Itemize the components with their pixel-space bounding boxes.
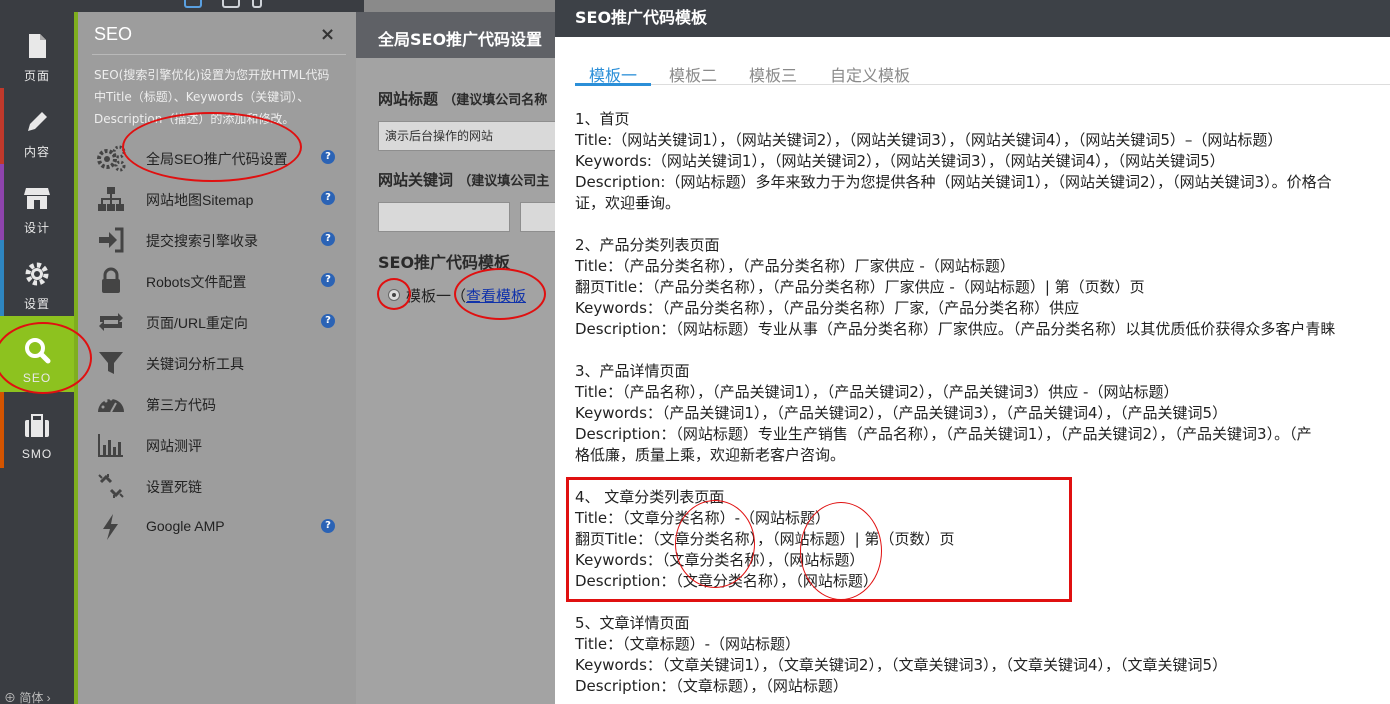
help-icon[interactable]: ? [321, 150, 335, 164]
panel-title: SEO [94, 24, 133, 44]
menu-item-site-review[interactable]: 网站测评 [92, 425, 346, 466]
tab-template-3[interactable]: 模板三 [749, 62, 797, 86]
help-icon[interactable]: ? [321, 273, 335, 287]
active-tab-indicator [575, 83, 651, 86]
rail-item-page[interactable]: 页面 [0, 12, 74, 88]
broken-link-icon [98, 474, 124, 498]
close-icon[interactable]: × [320, 24, 335, 45]
template-line: 证，欢迎垂询。 [575, 194, 681, 212]
briefcase-icon [25, 414, 49, 437]
rail-label: 设计 [23, 221, 50, 235]
menu-label: 第三方代码 [146, 397, 216, 413]
template-line: Keywords:（网站关键词1），（网站关键词2），（网站关键词3），（网站关… [575, 152, 1225, 170]
template-line: Title：（产品分类名称），（产品分类名称）厂家供应 -（网站标题） [575, 257, 1015, 275]
panel-title: 全局SEO推广代码设置 [378, 30, 543, 49]
menu-label: 提交搜索引擎收录 [146, 233, 258, 249]
menu-label: 设置死链 [146, 479, 202, 495]
rail-item-content[interactable]: 内容 [0, 88, 74, 164]
menu-item-keyword-tool[interactable]: 关键词分析工具 [92, 343, 346, 384]
rail-label: 页面 [23, 69, 50, 83]
help-icon[interactable]: ? [321, 519, 335, 533]
tab-template-2[interactable]: 模板二 [669, 62, 717, 86]
menu-item-robots[interactable]: Robots文件配置 ? [92, 261, 346, 302]
template-line: 5、文章详情页面 [575, 614, 690, 632]
rail-label: 设置 [23, 297, 50, 311]
template-line: Description：（文章标题），（网站标题） [575, 677, 848, 695]
tab-custom-template[interactable]: 自定义模板 [830, 62, 910, 86]
pencil-icon [28, 112, 47, 131]
rail-item-smo[interactable]: SMO [0, 392, 74, 468]
panel-header: 全局SEO推广代码设置 [356, 12, 555, 58]
site-keyword-input[interactable] [378, 202, 510, 232]
template-line: Title：（产品名称），（产品关键词1），（产品关键词2），（产品关键词3）供… [575, 383, 1179, 401]
sitemap-icon [98, 187, 124, 211]
help-icon[interactable]: ? [321, 314, 335, 328]
site-title-input[interactable]: 演示后台操作的网站 [378, 121, 555, 151]
desktop-icon[interactable] [184, 0, 202, 8]
tab-divider [575, 84, 1390, 85]
menu-item-google-amp[interactable]: Google AMP ? [92, 507, 346, 548]
menu-label: 关键词分析工具 [146, 356, 244, 372]
template-line: 1、首页 [575, 110, 630, 128]
template-line: Description:（网站标题）多年来致力于为您提供各种（网站关键词1），（… [575, 173, 1332, 191]
sign-in-icon [99, 227, 124, 253]
rail-label: 内容 [23, 145, 50, 159]
gear-icon [25, 262, 49, 286]
template-line: 翻页Title：（产品分类名称），（产品分类名称）厂家供应 -（网站标题）| 第… [575, 278, 1145, 296]
global-seo-settings-panel: 全局SEO推广代码设置 网站标题 （建议填公司名称 演示后台操作的网站 网站关键… [356, 12, 555, 704]
divider [92, 54, 346, 55]
rail-label: SMO [21, 447, 53, 461]
template-line: 2、产品分类列表页面 [575, 236, 720, 254]
modal-header: SEO推广代码模板 [555, 0, 1390, 37]
template-line: Keywords：（文章关键词1），（文章关键词2），（文章关键词3），（文章关… [575, 656, 1228, 674]
site-title-label: 网站标题 （建议填公司名称 [378, 90, 548, 108]
top-toolbar [74, 0, 364, 12]
template-line: Description：（网站标题）专业从事（产品分类名称）厂家供应。（产品分类… [575, 320, 1336, 338]
menu-label: Google AMP [146, 518, 225, 534]
rail-item-design[interactable]: 设计 [0, 164, 74, 240]
template-line: Title：（文章标题）-（网站标题） [575, 635, 801, 653]
annotation-circle [800, 502, 882, 600]
annotation-circle [377, 278, 411, 310]
menu-label: 网站测评 [146, 438, 202, 454]
template-line: Title:（网站关键词1），（网站关键词2），（网站关键词3），（网站关键词4… [575, 131, 1283, 149]
site-keywords-label: 网站关键词 （建议填公司主 [378, 171, 550, 189]
annotation-circle [454, 268, 546, 320]
lock-icon [102, 267, 120, 293]
annotation-circle [675, 500, 755, 588]
menu-label: Robots文件配置 [146, 274, 247, 290]
menu-item-dead-links[interactable]: 设置死链 [92, 466, 346, 507]
help-icon[interactable]: ? [321, 232, 335, 246]
template-line: Keywords：（产品分类名称），（产品分类名称）厂家,（产品分类名称）供应 [575, 299, 1080, 317]
modal-title: SEO推广代码模板 [575, 8, 708, 27]
menu-item-third-party[interactable]: 第三方代码 [92, 384, 346, 425]
menu-item-submit-search[interactable]: 提交搜索引擎收录 ? [92, 220, 346, 261]
annotation-circle [122, 112, 302, 182]
filter-icon [99, 352, 123, 374]
mobile-icon[interactable] [252, 0, 262, 8]
site-keyword-input[interactable] [520, 202, 555, 232]
store-icon [24, 188, 50, 209]
template-line: Description：（网站标题）专业生产销售（产品名称），（产品关键词1），… [575, 425, 1312, 443]
page-icon [29, 34, 46, 58]
template-line: 格低廉，质量上乘，欢迎新老客户咨询。 [575, 446, 846, 464]
menu-item-redirect[interactable]: 页面/URL重定向 ? [92, 302, 346, 343]
menu-item-sitemap[interactable]: 网站地图Sitemap ? [92, 179, 346, 220]
rail-item-settings[interactable]: 设置 [0, 240, 74, 316]
dashboard-icon [98, 397, 124, 413]
menu-label: 页面/URL重定向 [146, 315, 248, 331]
bar-chart-icon [98, 434, 123, 457]
language-switcher[interactable]: ⊕ 简体 › [4, 689, 51, 704]
tablet-icon[interactable] [222, 0, 240, 8]
retweet-icon [99, 313, 123, 331]
template-line: Keywords：（产品关键词1），（产品关键词2），（产品关键词3），（产品关… [575, 404, 1228, 422]
template-line: 3、产品详情页面 [575, 362, 690, 380]
menu-label: 网站地图Sitemap [146, 192, 254, 208]
bolt-icon [103, 514, 118, 540]
help-icon[interactable]: ? [321, 191, 335, 205]
